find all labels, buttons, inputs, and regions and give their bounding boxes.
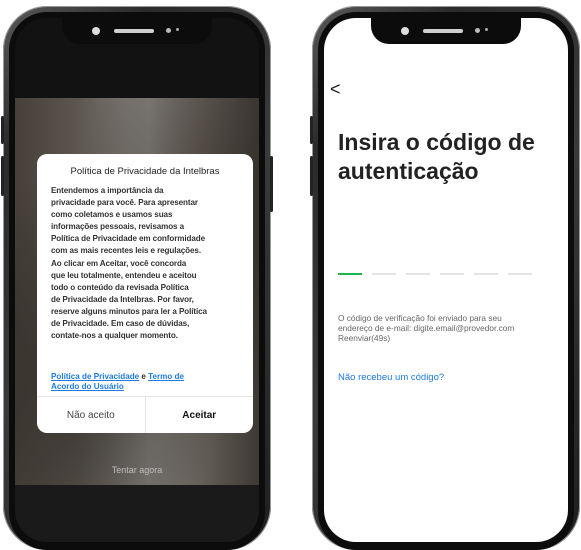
sensor-icon bbox=[166, 28, 171, 33]
camera-icon bbox=[401, 27, 409, 35]
body-line: privacidade para você. Para apresentar bbox=[51, 198, 198, 208]
volume-button bbox=[1, 156, 4, 196]
privacy-policy-link[interactable]: Política de Privacidade bbox=[51, 372, 139, 381]
back-arrow-icon[interactable]: < bbox=[330, 80, 341, 98]
sensor-icon bbox=[475, 28, 480, 33]
volume-button bbox=[310, 116, 313, 144]
accept-button[interactable]: Aceitar bbox=[146, 397, 254, 433]
body-line: que leu totalmente, entendeu e aceitou bbox=[51, 270, 197, 280]
decline-button[interactable]: Não aceito bbox=[37, 397, 146, 433]
camera-icon bbox=[92, 27, 100, 35]
body-line: Entendemos a importância da bbox=[51, 186, 164, 195]
body-line: de Privacidade da Intelbras. Por favor, bbox=[51, 294, 194, 304]
speaker-icon bbox=[114, 29, 154, 33]
code-input[interactable] bbox=[338, 273, 532, 275]
volume-button bbox=[1, 116, 4, 144]
body-line: de Privacidade. Em caso de dúvidas, bbox=[51, 319, 190, 329]
code-digit-slot[interactable] bbox=[372, 273, 396, 275]
body-line: todo o conteúdo da revisada Política bbox=[51, 282, 189, 292]
body-line: informações pessoais, revisamos a bbox=[51, 222, 185, 232]
body-line: reserve alguns minutos para ler a Políti… bbox=[51, 306, 207, 316]
code-digit-slot[interactable] bbox=[440, 273, 464, 275]
body-line: como coletamos e usamos suas bbox=[51, 210, 173, 220]
dimmed-footer bbox=[15, 485, 259, 542]
verification-info: O código de verificação foi enviado para… bbox=[338, 313, 568, 343]
code-digit-slot[interactable] bbox=[474, 273, 498, 275]
body-line: com as mais recentes leis e regulações. bbox=[51, 246, 201, 256]
privacy-dialog: Política de Privacidade da Intelbras Ent… bbox=[37, 154, 253, 433]
body-line: contate-nos a qualquer momento. bbox=[51, 331, 178, 341]
left-screen: Tentar agora Política de Privacidade da … bbox=[15, 18, 259, 542]
body-line: Política de Privacidade em conformidade bbox=[51, 234, 205, 244]
right-phone-frame: < Insira o código de autenticação O códi… bbox=[310, 6, 580, 550]
body-line: Ao clicar em Aceitar, você concorda bbox=[51, 258, 187, 268]
try-now-button[interactable]: Tentar agora bbox=[15, 465, 259, 475]
power-button bbox=[270, 156, 273, 212]
notch bbox=[371, 18, 521, 44]
volume-button bbox=[310, 156, 313, 196]
terms-link[interactable]: Termo de bbox=[148, 372, 184, 381]
left-phone-frame: Tentar agora Política de Privacidade da … bbox=[1, 6, 273, 550]
terms-link-continued[interactable]: Acordo do Usuário bbox=[51, 382, 124, 391]
resend-countdown: Reenviar(49s) bbox=[338, 332, 391, 343]
notch bbox=[62, 18, 212, 44]
dialog-links: Política de Privacidade e Termo de Acord… bbox=[51, 372, 243, 392]
sensor-icon bbox=[485, 28, 488, 31]
page-title: Insira o código de autenticação bbox=[338, 129, 535, 184]
no-code-link[interactable]: Não recebeu um código? bbox=[338, 372, 444, 383]
speaker-icon bbox=[423, 29, 463, 33]
dialog-title: Política de Privacidade da Intelbras bbox=[70, 166, 220, 177]
sensor-icon bbox=[176, 28, 179, 31]
code-digit-slot[interactable] bbox=[406, 273, 430, 275]
dialog-buttons: Não aceito Aceitar bbox=[37, 396, 253, 433]
right-screen: < Insira o código de autenticação O códi… bbox=[324, 18, 568, 542]
links-connector: e bbox=[139, 372, 149, 381]
code-digit-slot[interactable] bbox=[508, 273, 532, 275]
code-digit-slot[interactable] bbox=[338, 273, 362, 275]
dialog-body: Entendemos a importância da privacidade … bbox=[51, 185, 243, 342]
